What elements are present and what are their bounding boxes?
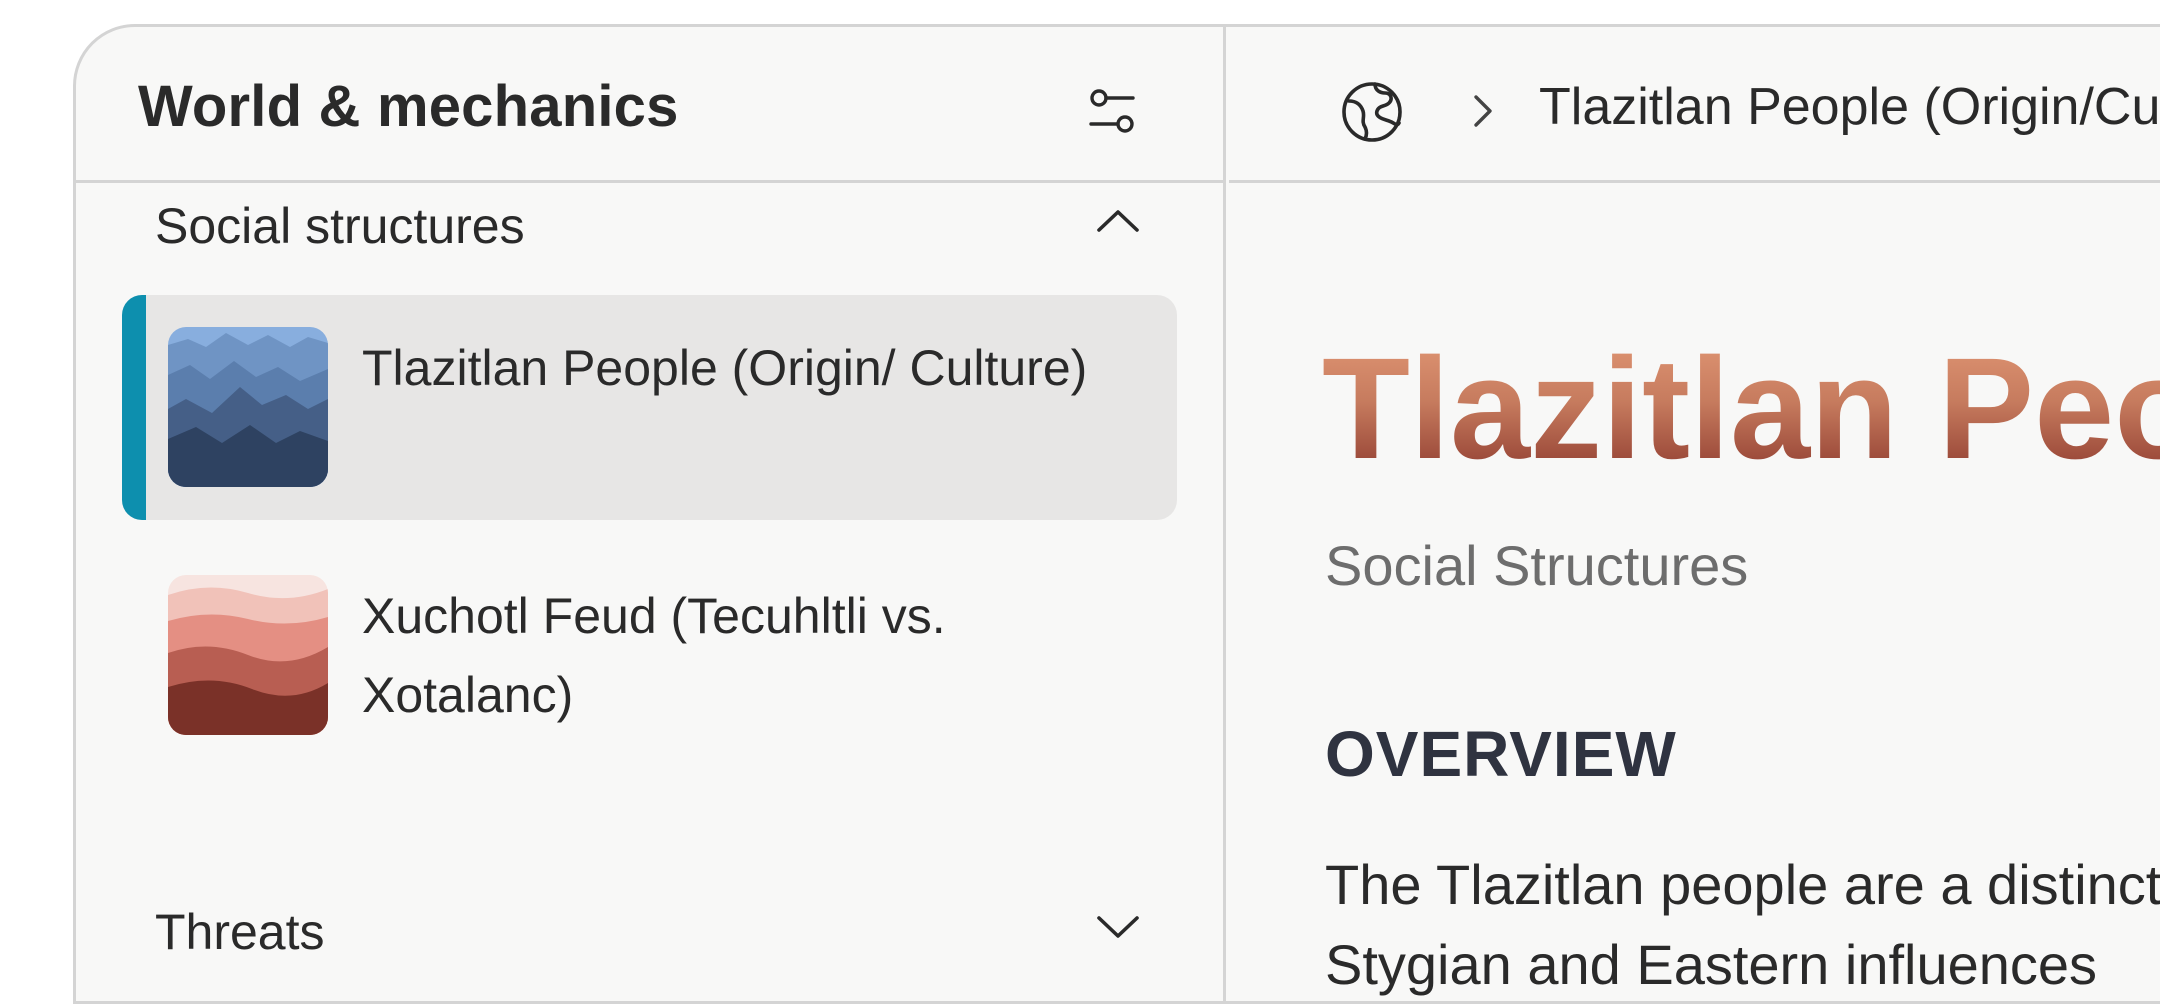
overview-line: Stygian and Eastern influences [1325, 933, 2098, 996]
item-label: Tlazitlan People (Origin/ Culture) [362, 340, 1088, 396]
section-heading: OVERVIEW [1325, 718, 1677, 790]
breadcrumb-root[interactable] [1335, 75, 1409, 149]
breadcrumb: Tlazitlan People (Origin/Culture) [1229, 27, 2160, 183]
list-item-tlazitlan-people[interactable]: Tlazitlan People (Origin/ Culture) [122, 295, 1177, 520]
sidebar: World & mechanics Social structures Tlaz… [76, 27, 1226, 1001]
overview-line: The Tlazitlan people are a distinct popu… [1325, 853, 2160, 916]
list-item-xuchotl-feud[interactable]: Xuchotl Feud (Tecuhltli vs. Xotalanc) [122, 543, 1177, 768]
section-label: Social structures [155, 198, 525, 254]
chevron-up-icon[interactable] [1088, 191, 1148, 251]
selection-indicator [122, 295, 146, 520]
filter-button[interactable] [1078, 77, 1148, 147]
item-thumbnail [168, 327, 328, 487]
sidebar-header: World & mechanics [76, 27, 1223, 183]
app-window: World & mechanics Social structures Tlaz… [73, 24, 2160, 1004]
page-title: Tlazitlan People (Origin/Culture) [1322, 337, 2160, 481]
item-thumbnail [168, 575, 328, 735]
item-label: Xuchotl Feud (Tecuhltli vs. Xotalanc) [362, 588, 946, 723]
section-header-social-structures[interactable]: Social structures [76, 187, 1223, 267]
chevron-right-icon [1457, 85, 1509, 137]
breadcrumb-current[interactable]: Tlazitlan People (Origin/Culture) [1539, 77, 2160, 137]
chevron-down-icon[interactable] [1088, 897, 1148, 957]
sliders-icon [1089, 89, 1135, 133]
section-header-threats[interactable]: Threats [76, 883, 1223, 963]
sidebar-title: World & mechanics [138, 74, 679, 139]
section-label: Threats [155, 904, 325, 960]
page-subtitle: Social Structures [1325, 534, 1749, 597]
main-content: Tlazitlan People (Origin/Culture) Tlazit… [1229, 27, 2160, 1001]
overview-text: The Tlazitlan people are a distinct popu… [1325, 845, 2160, 1001]
globe-icon [1342, 82, 1402, 142]
